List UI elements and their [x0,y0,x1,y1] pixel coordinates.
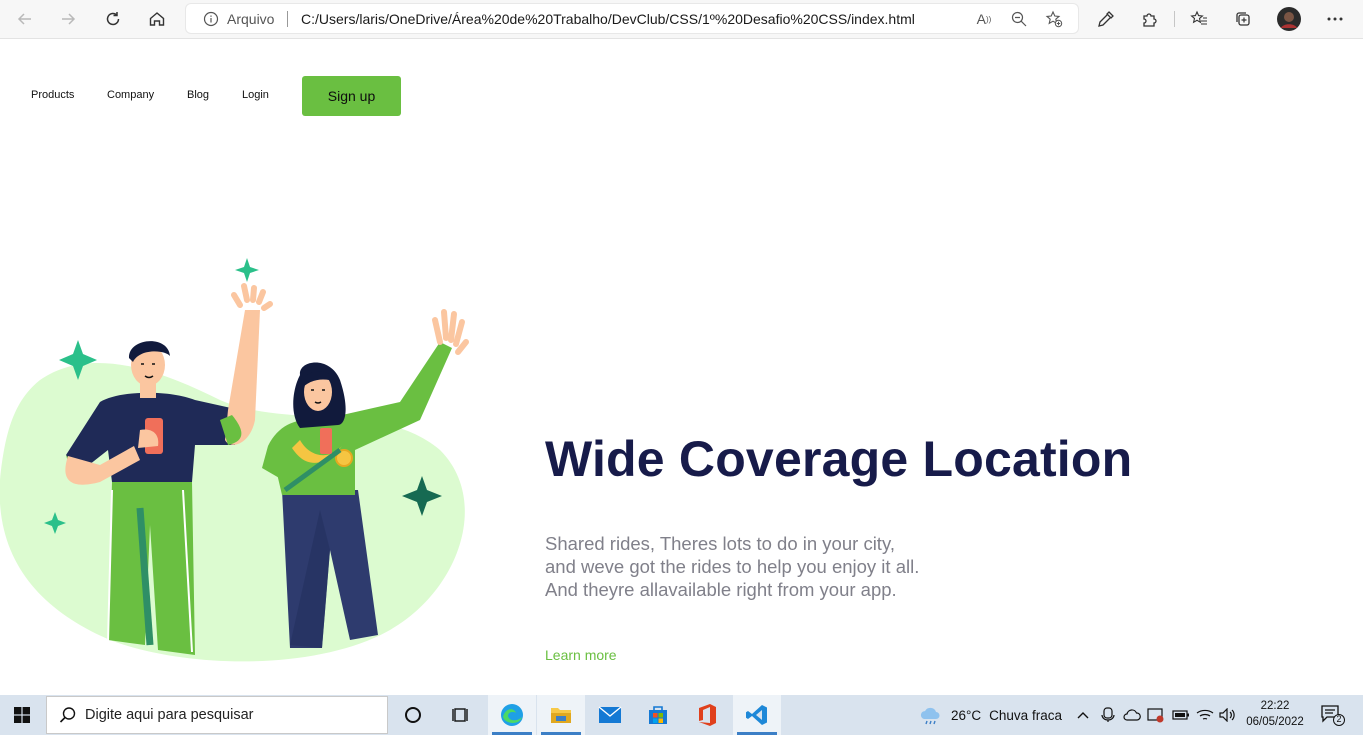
weather-text: Chuva fraca [989,707,1062,723]
onedrive-icon[interactable] [1123,695,1141,735]
volume-icon[interactable] [1219,695,1237,735]
description-line: And theyre allavailable right from your … [545,579,897,600]
store-icon[interactable] [634,695,682,735]
cortana-icon[interactable] [389,695,437,735]
vscode-icon[interactable] [733,695,781,735]
sparkle-icon [235,258,259,282]
notification-count: 2 [1336,714,1342,724]
info-icon[interactable] [203,11,219,32]
extensions-icon[interactable] [1137,6,1163,32]
refresh-icon[interactable] [99,5,127,33]
address-prefix: Arquivo [227,11,275,27]
battery-icon[interactable] [1172,695,1190,735]
nav-link-blog[interactable]: Blog [187,89,209,101]
browser-toolbar: Arquivo C:/Users/laris/OneDrive/Área%20d… [0,0,1363,39]
hero-illustration [0,258,469,662]
hero-description: Shared rides, Theres lots to do in your … [545,532,1005,601]
taskbar-clock[interactable]: 22:22 06/05/2022 [1243,698,1307,730]
description-line: Shared rides, Theres lots to do in your … [545,533,895,554]
signup-button[interactable]: Sign up [302,76,401,116]
read-aloud-icon[interactable]: A)) [974,10,994,28]
learn-more-link[interactable]: Learn more [545,647,617,663]
clock-time: 22:22 [1260,700,1290,712]
add-favorite-icon[interactable] [1044,10,1064,28]
back-icon[interactable] [11,5,39,33]
collections-icon[interactable] [1230,6,1256,32]
file-explorer-icon[interactable] [537,695,585,735]
read-aloud-label: A [976,11,986,27]
nav-link-products[interactable]: Products [31,89,74,101]
nav-link-company[interactable]: Company [107,89,154,101]
description-line: and weve got the rides to help you enjoy… [545,556,920,577]
forward-icon[interactable] [54,5,82,33]
home-icon[interactable] [143,5,171,33]
profile-avatar[interactable] [1276,6,1302,32]
site-nav: Products Company Blog Login Sign up [0,38,1363,148]
weather-rain-icon [920,707,940,725]
weather-widget[interactable]: 26°C Chuva fraca [918,695,1062,735]
defender-icon[interactable] [1147,695,1165,735]
search-placeholder: Digite aqui para pesquisar [85,707,254,723]
office-icon[interactable] [683,695,731,735]
hero-headline: Wide Coverage Location [545,431,1133,487]
task-view-icon[interactable] [437,695,485,735]
meet-now-icon[interactable] [1100,695,1116,735]
eyedropper-icon[interactable] [1093,6,1119,32]
taskbar-search[interactable]: Digite aqui para pesquisar [46,696,388,734]
clock-date: 06/05/2022 [1246,716,1304,728]
windows-start-icon[interactable] [0,695,44,735]
address-bar[interactable]: Arquivo C:/Users/laris/OneDrive/Área%20d… [186,4,1078,33]
chevron-up-icon[interactable] [1076,695,1090,735]
search-icon [59,706,77,729]
zoom-out-icon[interactable] [1009,10,1029,28]
toolbar-divider [1174,11,1175,27]
address-separator [287,11,288,27]
nav-link-login[interactable]: Login [242,89,269,101]
edge-icon[interactable] [488,695,536,735]
mail-icon[interactable] [586,695,634,735]
weather-temp: 26°C [951,707,982,723]
more-icon[interactable] [1322,6,1348,32]
wifi-icon[interactable] [1196,695,1214,735]
favorites-icon[interactable] [1186,6,1212,32]
url-text[interactable]: C:/Users/laris/OneDrive/Área%20de%20Trab… [301,11,915,27]
windows-taskbar: Digite aqui para pesquisar 26°C Chuva fr… [0,695,1363,735]
notification-center-icon[interactable]: 2 [1320,695,1346,735]
